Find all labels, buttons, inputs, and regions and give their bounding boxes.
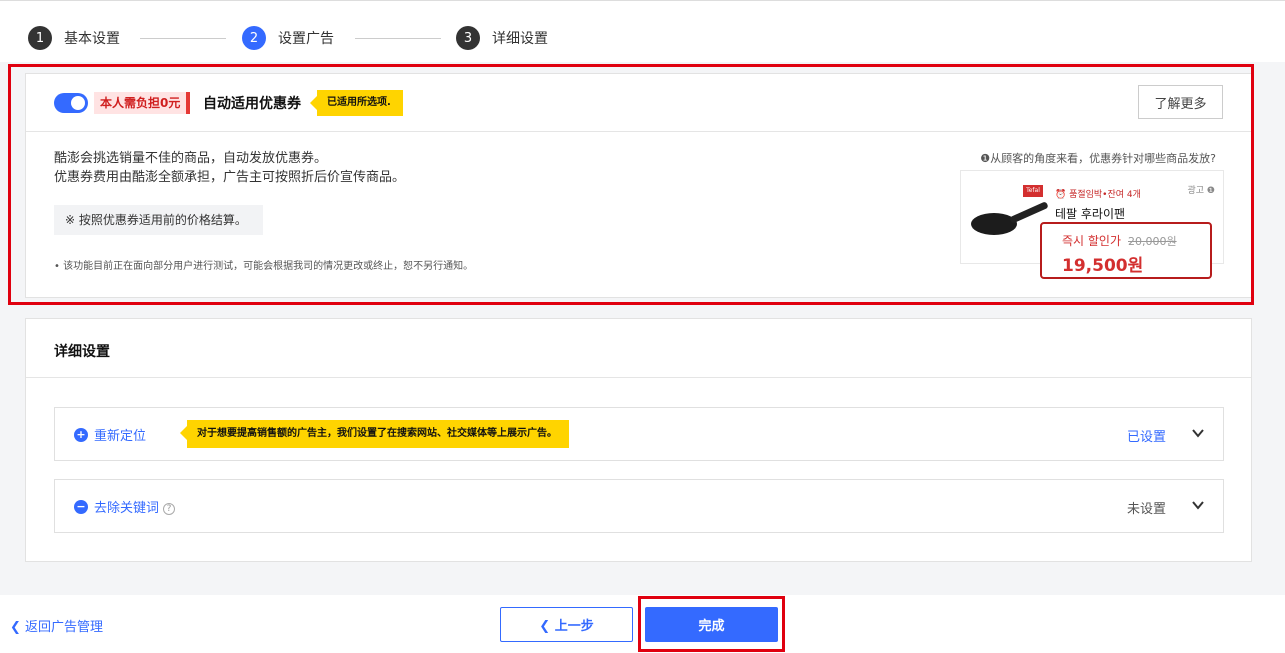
retargeting-status: 已设置: [1126, 430, 1166, 445]
learn-more-button[interactable]: 了解更多: [1138, 85, 1223, 119]
fine-print: • 该功能目前正在面向部分用户进行测试，可能会根据我司的情况更改或终止，恕不另行…: [54, 261, 474, 272]
retargeting-label: 重新定位: [94, 429, 147, 444]
done-button[interactable]: 完成: [645, 607, 778, 642]
auto-coupon-title: 自动适用优惠券: [203, 96, 301, 112]
toggle-knob: [71, 96, 85, 110]
divider: [26, 377, 1251, 378]
frying-pan-image: [971, 201, 1049, 239]
retargeting-tooltip: 对于想要提高销售额的广告主，我们设置了在搜索网站、社交媒体等上展示广告。: [180, 420, 569, 448]
auto-coupon-toggle[interactable]: [54, 93, 88, 113]
preview-question: ❶从顾客的角度来看，优惠券针对哪些商品发放?: [980, 152, 1216, 165]
retargeting-row[interactable]: + 重新定位 对于想要提高销售额的广告主，我们设置了在搜索网站、社交媒体等上展示…: [54, 407, 1224, 461]
description-line: 优惠券费用由酷澎全额承担，广告主可按照折后价宣传商品。: [54, 170, 406, 185]
step-number: 2: [242, 26, 266, 50]
detail-settings-card: 详细设置 + 重新定位 对于想要提高销售额的广告主，我们设置了在搜索网站、社交媒…: [25, 318, 1252, 562]
minus-circle-icon: −: [74, 500, 88, 514]
discount-label: 즉시 할인가: [1062, 234, 1122, 248]
step-number: 1: [28, 26, 52, 50]
plus-circle-icon: +: [74, 428, 88, 442]
discounted-price: 19,500원: [1062, 256, 1144, 276]
step-label: 详细设置: [492, 31, 548, 47]
previous-step-button[interactable]: ❮ 上一步: [500, 607, 633, 642]
ad-label: 광고 ❶: [1187, 186, 1216, 196]
auto-coupon-header: 本人需负担0元 自动适用优惠券 已适用所选项. 了解更多: [26, 74, 1251, 132]
footer-bar: ❮ 返回广告管理 ❮ 上一步 完成: [0, 595, 1285, 653]
original-price: 20,000원: [1128, 235, 1177, 248]
exclude-keywords-label: 去除关键词?: [94, 497, 176, 516]
applied-tooltip: 已适用所选项.: [310, 90, 403, 116]
description-line: 酷澎会挑选销量不佳的商品，自动发放优惠券。: [54, 151, 328, 166]
stepper: 1 基本设置 2 设置广告 3 详细设置: [0, 0, 1285, 62]
discount-price-box: 즉시 할인가 20,000원 19,500원: [1040, 222, 1212, 279]
chevron-down-icon[interactable]: [1191, 426, 1205, 440]
step-3[interactable]: 3 详细设置: [456, 26, 548, 50]
step-1[interactable]: 1 基本设置: [28, 26, 120, 50]
step-label: 设置广告: [278, 31, 334, 47]
exclude-keywords-row[interactable]: − 去除关键词? 未设置: [54, 479, 1224, 533]
product-name: 테팔 후라이팬: [1055, 207, 1126, 221]
chevron-down-icon[interactable]: [1191, 498, 1205, 512]
settlement-note: ※ 按照优惠券适用前的价格结算。: [54, 205, 263, 235]
step-connector: [355, 38, 441, 39]
step-number: 3: [456, 26, 480, 50]
step-label: 基本设置: [64, 31, 120, 47]
exclude-keywords-text: 去除关键词: [94, 501, 160, 516]
exclude-keywords-status: 未设置: [1126, 502, 1166, 517]
zero-cost-badge: 本人需负担0元: [94, 92, 191, 114]
step-2[interactable]: 2 设置广告: [242, 26, 334, 50]
back-to-ad-management-link[interactable]: ❮ 返回广告管理: [10, 616, 103, 635]
help-icon[interactable]: ?: [163, 503, 176, 515]
detail-settings-title: 详细设置: [54, 344, 110, 360]
step-connector: [140, 38, 226, 39]
stock-alert: ⏰ 품절임박•잔여 4개: [1055, 190, 1141, 200]
coupon-description: 酷澎会挑选销量不佳的商品，自动发放优惠券。 优惠券费用由酷澎全额承担，广告主可按…: [54, 149, 405, 187]
brand-logo: Tefal: [1023, 185, 1043, 197]
